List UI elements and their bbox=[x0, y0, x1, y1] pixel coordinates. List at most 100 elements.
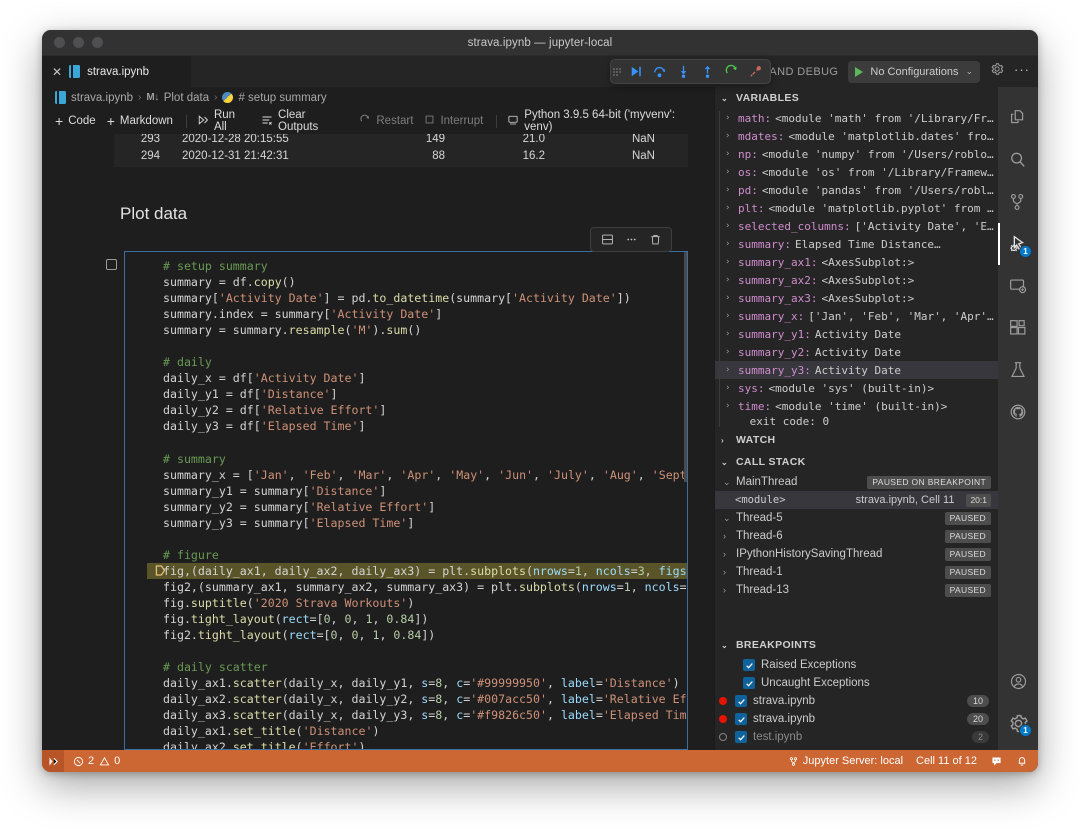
variable-row[interactable]: › summary_y3: Activity Date bbox=[715, 361, 998, 379]
editor-gutter[interactable] bbox=[125, 252, 147, 749]
variable-row[interactable]: › sys: <module 'sys' (built-in)> bbox=[715, 379, 998, 397]
chevron-right-icon[interactable]: › bbox=[721, 436, 731, 445]
checkbox[interactable] bbox=[735, 695, 747, 707]
breadcrumb-item-cell[interactable]: # setup summary bbox=[222, 92, 327, 104]
breadcrumb[interactable]: strava.ipynb › M↓ Plot data › # setup su… bbox=[42, 87, 714, 108]
restart-icon[interactable] bbox=[720, 61, 742, 82]
variable-row-clipped[interactable]: _exit_code: 0 bbox=[715, 415, 998, 427]
step-over-icon[interactable] bbox=[648, 61, 670, 82]
error-count[interactable]: 2 bbox=[73, 755, 94, 767]
chevron-down-icon[interactable]: ⌄ bbox=[723, 477, 732, 488]
variable-row[interactable]: › summary_x: ['Jan', 'Feb', 'Mar', 'Apr', … bbox=[715, 307, 998, 325]
breakpoints-section-header[interactable]: ⌄ BREAKPOINTS bbox=[715, 634, 998, 656]
run-cell-button[interactable] bbox=[98, 259, 124, 270]
callstack-row[interactable]: › Thread-13 PAUSED bbox=[715, 581, 998, 599]
breadcrumb-item-section[interactable]: M↓ Plot data bbox=[146, 92, 209, 104]
variable-row[interactable]: › summary_y2: Activity Date bbox=[715, 343, 998, 361]
chevron-right-icon[interactable]: › bbox=[725, 185, 734, 195]
variable-row[interactable]: › os: <module 'os' from '/Library/Framewor… bbox=[715, 163, 998, 181]
explorer-icon[interactable] bbox=[998, 97, 1038, 139]
chevron-right-icon[interactable]: › bbox=[723, 567, 732, 577]
chevron-right-icon[interactable]: › bbox=[725, 149, 734, 159]
account-icon[interactable] bbox=[998, 660, 1038, 702]
disconnect-icon[interactable] bbox=[744, 61, 766, 82]
chevron-right-icon[interactable]: › bbox=[723, 549, 732, 559]
jupyter-server-status[interactable]: Jupyter Server: local bbox=[788, 755, 903, 767]
chevron-right-icon[interactable]: › bbox=[725, 113, 734, 123]
variable-row[interactable]: › summary_ax1: <AxesSubplot:> bbox=[715, 253, 998, 271]
variable-row[interactable]: › summary_ax2: <AxesSubplot:> bbox=[715, 271, 998, 289]
checkbox[interactable] bbox=[735, 713, 747, 725]
search-icon[interactable] bbox=[998, 139, 1038, 181]
chevron-right-icon[interactable]: › bbox=[725, 167, 734, 177]
testing-beaker-icon[interactable] bbox=[998, 349, 1038, 391]
chevron-right-icon[interactable]: › bbox=[725, 311, 734, 321]
breakpoint-dot-icon[interactable] bbox=[719, 715, 727, 723]
chevron-right-icon[interactable]: › bbox=[725, 131, 734, 141]
cell-position-label[interactable]: Cell 11 of 12 bbox=[916, 755, 977, 767]
breakpoints-list[interactable]: Raised Exceptions Uncaught Exceptions stra… bbox=[715, 656, 998, 750]
code-text[interactable]: # setup summary summary = df.copy() summar… bbox=[147, 258, 687, 749]
restart-kernel-button[interactable]: Restart bbox=[357, 111, 422, 131]
close-window-button[interactable] bbox=[54, 37, 65, 48]
variable-row[interactable]: › summary_ax3: <AxesSubplot:> bbox=[715, 289, 998, 307]
maximize-window-button[interactable] bbox=[92, 37, 103, 48]
clear-outputs-button[interactable]: Clear Outputs bbox=[259, 109, 357, 133]
chevron-right-icon[interactable]: › bbox=[725, 329, 734, 339]
run-and-debug-icon[interactable]: 1 bbox=[998, 223, 1038, 265]
chevron-right-icon[interactable]: › bbox=[725, 401, 734, 411]
chevron-down-icon[interactable]: ⌄ bbox=[721, 94, 731, 103]
variable-row[interactable]: › summary_y1: Activity Date bbox=[715, 325, 998, 343]
breakpoint-row[interactable]: strava.ipynb 20 bbox=[715, 710, 998, 728]
remote-explorer-icon[interactable] bbox=[998, 265, 1038, 307]
checkbox[interactable] bbox=[735, 731, 747, 743]
variable-row[interactable]: › pd:<module 'pandas' from '/Users/roblou… bbox=[715, 181, 998, 199]
add-code-cell-button[interactable]: + Code bbox=[53, 111, 105, 131]
callstack-row[interactable]: › IPythonHistorySavingThread PAUSED bbox=[715, 545, 998, 563]
chevron-right-icon[interactable]: › bbox=[725, 257, 734, 267]
watch-section-header[interactable]: › WATCH bbox=[715, 429, 998, 451]
remote-window-icon[interactable] bbox=[42, 750, 64, 772]
extensions-icon[interactable] bbox=[998, 307, 1038, 349]
variable-row[interactable]: › mdates: <module 'matplotlib.dates' from … bbox=[715, 127, 998, 145]
variable-row[interactable]: › selected_columns: ['Activity Date', 'Ela… bbox=[715, 217, 998, 235]
breakpoint-row[interactable]: Uncaught Exceptions bbox=[715, 674, 998, 692]
callstack-row[interactable]: ⌄ Thread-5 PAUSED bbox=[715, 509, 998, 527]
debug-configuration-dropdown[interactable]: No Configurations ⌄ bbox=[848, 60, 980, 83]
breakpoint-row[interactable]: test.ipynb 2 bbox=[715, 728, 998, 746]
bell-icon[interactable] bbox=[1016, 755, 1028, 767]
github-icon[interactable] bbox=[998, 391, 1038, 433]
chevron-down-icon[interactable]: ⌄ bbox=[965, 66, 973, 77]
breakpoint-row[interactable]: strava.ipynb 10 bbox=[715, 692, 998, 710]
close-icon[interactable]: ✕ bbox=[52, 66, 62, 78]
variables-section-header[interactable]: ⌄ VARIABLES bbox=[715, 87, 998, 109]
chevron-down-icon[interactable]: ⌄ bbox=[721, 458, 731, 467]
variable-row[interactable]: › np:<module 'numpy' from '/Users/roblou/… bbox=[715, 145, 998, 163]
callstack-list[interactable]: ⌄ MainThread PAUSED ON BREAKPOINT <module> s… bbox=[715, 473, 998, 599]
breadcrumb-item-file[interactable]: strava.ipynb bbox=[55, 91, 133, 104]
chevron-right-icon[interactable]: › bbox=[725, 347, 734, 357]
checkbox[interactable] bbox=[743, 659, 755, 671]
breakpoint-dot-icon[interactable] bbox=[719, 733, 727, 741]
continue-icon[interactable] bbox=[624, 61, 646, 82]
add-markdown-cell-button[interactable]: + Markdown bbox=[105, 111, 182, 131]
callstack-row[interactable]: › Thread-6 PAUSED bbox=[715, 527, 998, 545]
editor-scrollbar[interactable] bbox=[683, 252, 687, 749]
chevron-right-icon[interactable]: › bbox=[725, 239, 734, 249]
window-traffic-lights[interactable] bbox=[54, 37, 103, 48]
breakpoint-row[interactable]: Raised Exceptions bbox=[715, 656, 998, 674]
editor-tab-strava[interactable]: ✕ strava.ipynb bbox=[42, 56, 192, 87]
chevron-right-icon[interactable]: › bbox=[723, 531, 732, 541]
notebook-scroll-area[interactable]: 293 2020-12-28 20:15:55 149 21.0 NaN 294… bbox=[42, 134, 714, 750]
chevron-right-icon[interactable]: › bbox=[725, 383, 734, 393]
variable-row[interactable]: › math:<module 'math' from '/Library/Fram… bbox=[715, 109, 998, 127]
callstack-row[interactable]: <module> strava.ipynb, Cell 11 20:1 bbox=[715, 491, 998, 509]
checkbox[interactable] bbox=[743, 677, 755, 689]
markdown-cell-heading[interactable]: Plot data bbox=[120, 204, 187, 224]
chevron-down-icon[interactable]: ⌄ bbox=[721, 641, 731, 650]
code-cell[interactable]: # setup summary summary = df.copy() summar… bbox=[98, 227, 688, 750]
chevron-down-icon[interactable]: ⌄ bbox=[723, 513, 732, 524]
chevron-right-icon[interactable]: › bbox=[725, 365, 734, 375]
callstack-section-header[interactable]: ⌄ CALL STACK bbox=[715, 451, 998, 473]
step-out-icon[interactable] bbox=[696, 61, 718, 82]
